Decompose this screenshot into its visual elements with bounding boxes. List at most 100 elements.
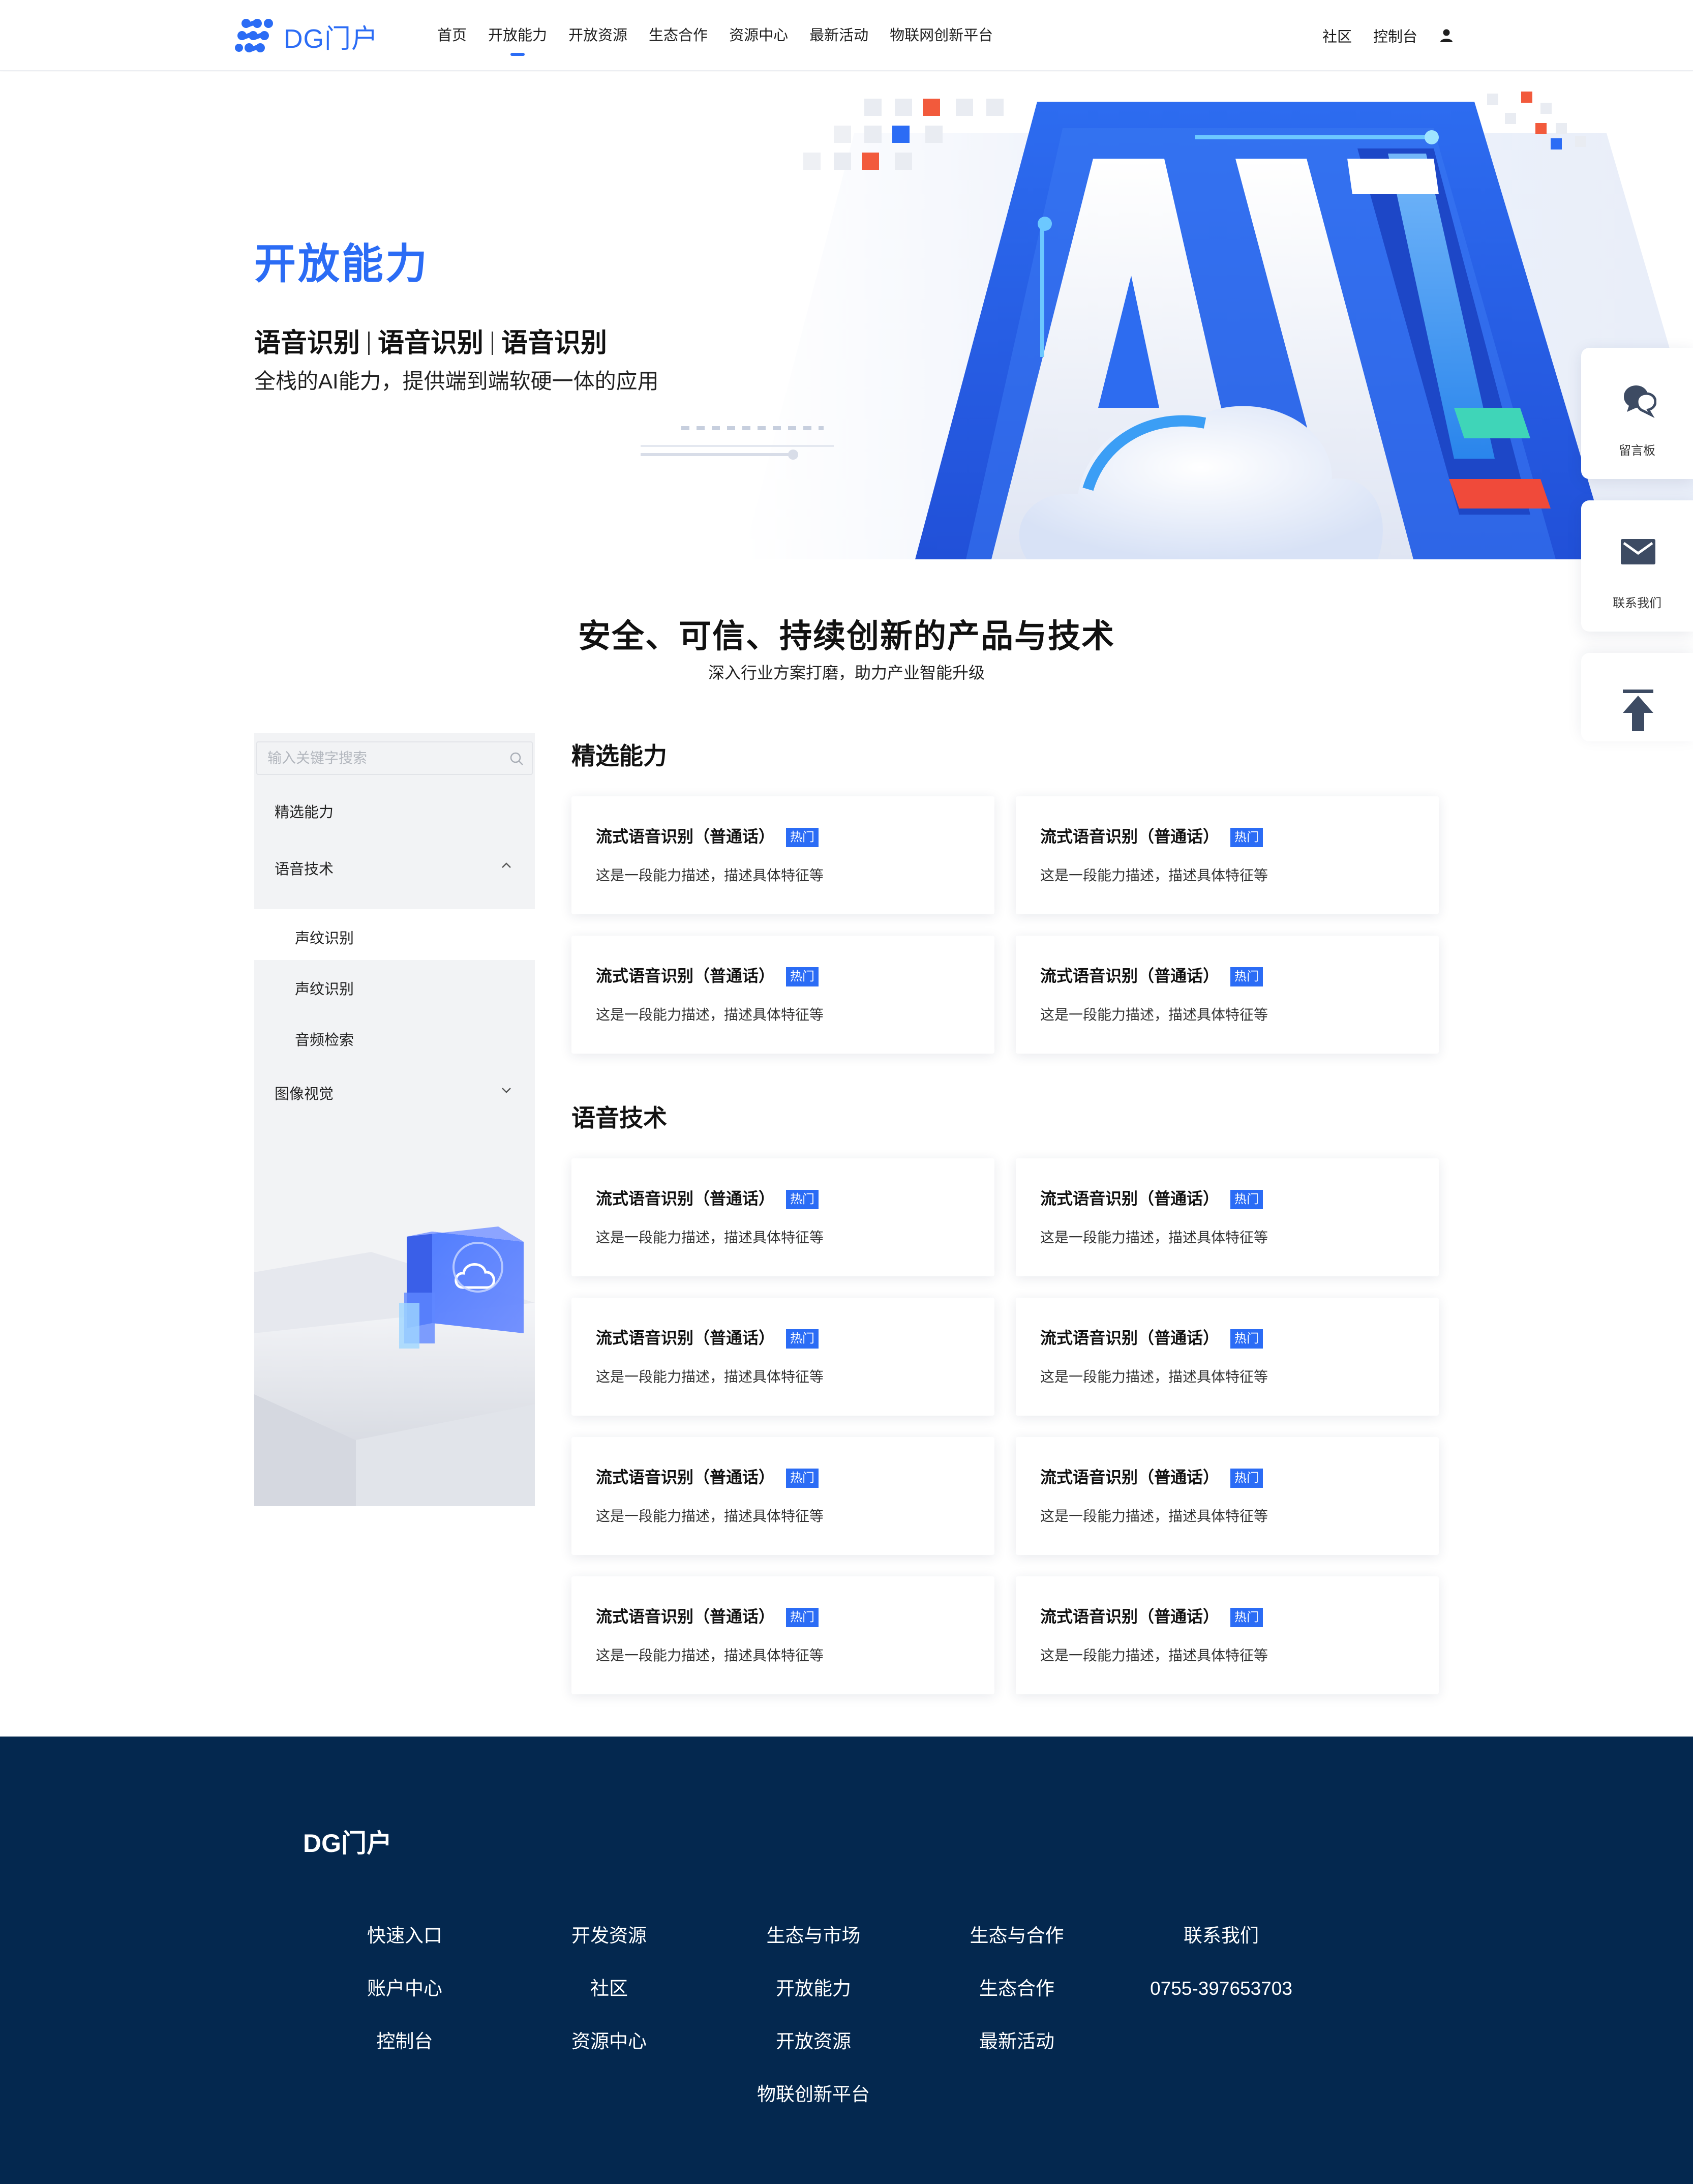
hero-title: 开放能力 — [254, 241, 430, 287]
footer-link[interactable]: 社区 — [528, 1962, 690, 2015]
capability-card[interactable]: 流式语音识别（普通话） 热门 这是一段能力描述，描述具体特征等 — [1016, 1158, 1439, 1276]
float-label: 留言板 — [1619, 444, 1655, 458]
section-subtitle: 深入行业方案打磨，助力产业智能升级 — [708, 664, 985, 682]
card-title: 流式语音识别（普通话） 热门 — [1040, 1604, 1263, 1627]
tag-divider — [492, 332, 494, 355]
hot-badge: 热门 — [786, 1608, 819, 1627]
community-link[interactable]: 社区 — [1322, 25, 1352, 46]
nav-item-ecosystem[interactable]: 生态合作 — [649, 0, 708, 71]
card-title-text: 流式语音识别（普通话） — [1040, 1189, 1220, 1208]
console-link[interactable]: 控制台 — [1373, 25, 1417, 46]
nav-item-resource-center[interactable]: 资源中心 — [729, 0, 788, 71]
capability-card[interactable]: 流式语音识别（普通话） 热门 这是一段能力描述，描述具体特征等 — [1016, 936, 1439, 1054]
logo-icon — [235, 19, 273, 53]
capability-card[interactable]: 流式语音识别（普通话） 热门 这是一段能力描述，描述具体特征等 — [1016, 1576, 1439, 1694]
card-title: 流式语音识别（普通话） 热门 — [1040, 1464, 1263, 1488]
footer-link[interactable]: 开放资源 — [732, 2015, 895, 2068]
footer-heading: 开发资源 — [571, 1925, 647, 1946]
search-icon[interactable] — [509, 752, 524, 766]
card-title: 流式语音识别（普通话） 热门 — [1040, 1186, 1263, 1209]
section-title: 安全、可信、持续创新的产品与技术 — [578, 618, 1115, 654]
card-title-text: 流式语音识别（普通话） — [596, 967, 775, 985]
card-title-text: 流式语音识别（普通话） — [596, 827, 775, 846]
capability-card[interactable]: 流式语音识别（普通话） 热门 这是一段能力描述，描述具体特征等 — [571, 1576, 994, 1694]
hero-tag: 语音识别 — [501, 328, 608, 358]
nav-item-open-resources[interactable]: 开放资源 — [568, 0, 627, 71]
sidebar-item-featured[interactable]: 精选能力 — [254, 783, 535, 834]
sidebar-item-audio-search[interactable]: 音频检索 — [254, 1011, 535, 1062]
footer-heading: 生态与市场 — [766, 1925, 861, 1946]
capability-card[interactable]: 流式语音识别（普通话） 热门 这是一段能力描述，描述具体特征等 — [571, 796, 994, 914]
footer-heading: 生态与合作 — [970, 1925, 1064, 1946]
message-board-icon — [1624, 385, 1656, 418]
sidebar-item-voiceprint[interactable]: 声纹识别 — [254, 909, 535, 960]
sidebar-item-label: 语音技术 — [275, 861, 334, 878]
header-right: 社区 控制台 — [1301, 0, 1454, 71]
user-icon[interactable] — [1439, 28, 1454, 43]
card-description: 这是一段能力描述，描述具体特征等 — [1040, 1369, 1268, 1385]
nav-item-iot-platform[interactable]: 物联网创新平台 — [890, 0, 993, 71]
hot-badge: 热门 — [1230, 1469, 1263, 1488]
footer-link[interactable]: 开放能力 — [732, 1962, 895, 2015]
sidebar-item-label: 音频检索 — [295, 1032, 354, 1049]
capability-card[interactable]: 流式语音识别（普通话） 热门 这是一段能力描述，描述具体特征等 — [1016, 1298, 1439, 1416]
footer-heading: 快速入口 — [367, 1925, 442, 1946]
card-description: 这是一段能力描述，描述具体特征等 — [1040, 1230, 1268, 1245]
footer-column-partners: 生态与合作 生态合作 最新活动 — [935, 1909, 1098, 2068]
card-title: 流式语音识别（普通话） 热门 — [1040, 824, 1263, 847]
footer-link[interactable]: 最新活动 — [935, 2015, 1098, 2068]
footer-link[interactable]: 控制台 — [323, 2015, 486, 2068]
cloud-cube-illustration — [254, 1201, 535, 1506]
hero-description: 全栈的AI能力，提供端到端软硬一体的应用 — [254, 369, 659, 393]
site-footer: DG门户 快速入口 账户中心 控制台 开发资源 社区 资源中心 生态与市场 开放… — [0, 1737, 1693, 2184]
footer-column-dev: 开发资源 社区 资源中心 — [528, 1909, 690, 2068]
card-title-text: 流式语音识别（普通话） — [1040, 967, 1220, 985]
card-title: 流式语音识别（普通话） 热门 — [596, 1604, 819, 1627]
sidebar-item-vision[interactable]: 图像视觉 — [254, 1065, 535, 1116]
logo[interactable]: DG门户 — [235, 15, 378, 57]
group-title-featured: 精选能力 — [571, 742, 667, 769]
footer-link[interactable]: 物联创新平台 — [732, 2068, 895, 2121]
group-title-speech: 语音技术 — [571, 1104, 667, 1131]
contact-us-button[interactable]: 联系我们 — [1581, 500, 1693, 632]
capability-card[interactable]: 流式语音识别（普通话） 热门 这是一段能力描述，描述具体特征等 — [1016, 796, 1439, 914]
hot-badge: 热门 — [1230, 1608, 1263, 1627]
card-description: 这是一段能力描述，描述具体特征等 — [596, 1648, 824, 1663]
sidebar-item-speech-tech[interactable]: 语音技术 — [254, 840, 535, 891]
message-board-button[interactable]: 留言板 — [1581, 348, 1693, 479]
logo-text: DG门户 — [284, 24, 379, 54]
capability-card[interactable]: 流式语音识别（普通话） 热门 这是一段能力描述，描述具体特征等 — [571, 1158, 994, 1276]
hot-badge: 热门 — [1230, 1329, 1263, 1349]
footer-link[interactable]: 生态合作 — [935, 1962, 1098, 2015]
search-box — [256, 741, 533, 775]
capability-card[interactable]: 流式语音识别（普通话） 热门 这是一段能力描述，描述具体特征等 — [571, 936, 994, 1054]
footer-link[interactable]: 账户中心 — [323, 1962, 486, 2015]
nav-item-home[interactable]: 首页 — [437, 0, 467, 71]
back-to-top-icon — [1623, 690, 1653, 731]
footer-column-market: 生态与市场 开放能力 开放资源 物联创新平台 — [732, 1909, 895, 2121]
nav-item-open-capability[interactable]: 开放能力 — [488, 0, 547, 71]
nav-item-latest-events[interactable]: 最新活动 — [809, 0, 868, 71]
sidebar-item-voiceprint-2[interactable]: 声纹识别 — [254, 960, 535, 1011]
footer-column-contact: 联系我们 0755-397653703 — [1140, 1909, 1303, 2015]
sidebar-item-label: 声纹识别 — [295, 931, 354, 947]
capability-card[interactable]: 流式语音识别（普通话） 热门 这是一段能力描述，描述具体特征等 — [571, 1298, 994, 1416]
hero-banner: 开放能力 语音识别 语音识别 语音识别 全栈的AI能力，提供端到端软硬一体的应用 — [0, 72, 1693, 559]
card-description: 这是一段能力描述，描述具体特征等 — [596, 1369, 824, 1385]
card-description: 这是一段能力描述，描述具体特征等 — [596, 1508, 824, 1524]
card-title-text: 流式语音识别（普通话） — [1040, 1468, 1220, 1486]
card-description: 这是一段能力描述，描述具体特征等 — [596, 867, 824, 883]
capability-card[interactable]: 流式语音识别（普通话） 热门 这是一段能力描述，描述具体特征等 — [571, 1437, 994, 1555]
card-title: 流式语音识别（普通话） 热门 — [1040, 963, 1263, 986]
hot-badge: 热门 — [786, 1469, 819, 1488]
footer-link[interactable]: 资源中心 — [528, 2015, 690, 2068]
main-nav: 首页 开放能力 开放资源 生态合作 资源中心 最新活动 物联网创新平台 — [437, 0, 1014, 71]
back-to-top-button[interactable] — [1581, 653, 1693, 741]
capability-card[interactable]: 流式语音识别（普通话） 热门 这是一段能力描述，描述具体特征等 — [1016, 1437, 1439, 1555]
sidebar-item-label: 图像视觉 — [275, 1086, 334, 1102]
card-title-text: 流式语音识别（普通话） — [596, 1468, 775, 1486]
hero-tag: 语音识别 — [378, 328, 484, 358]
search-input[interactable] — [266, 742, 505, 774]
footer-phone: 0755-397653703 — [1150, 1978, 1292, 1999]
card-description: 这是一段能力描述，描述具体特征等 — [1040, 1508, 1268, 1524]
